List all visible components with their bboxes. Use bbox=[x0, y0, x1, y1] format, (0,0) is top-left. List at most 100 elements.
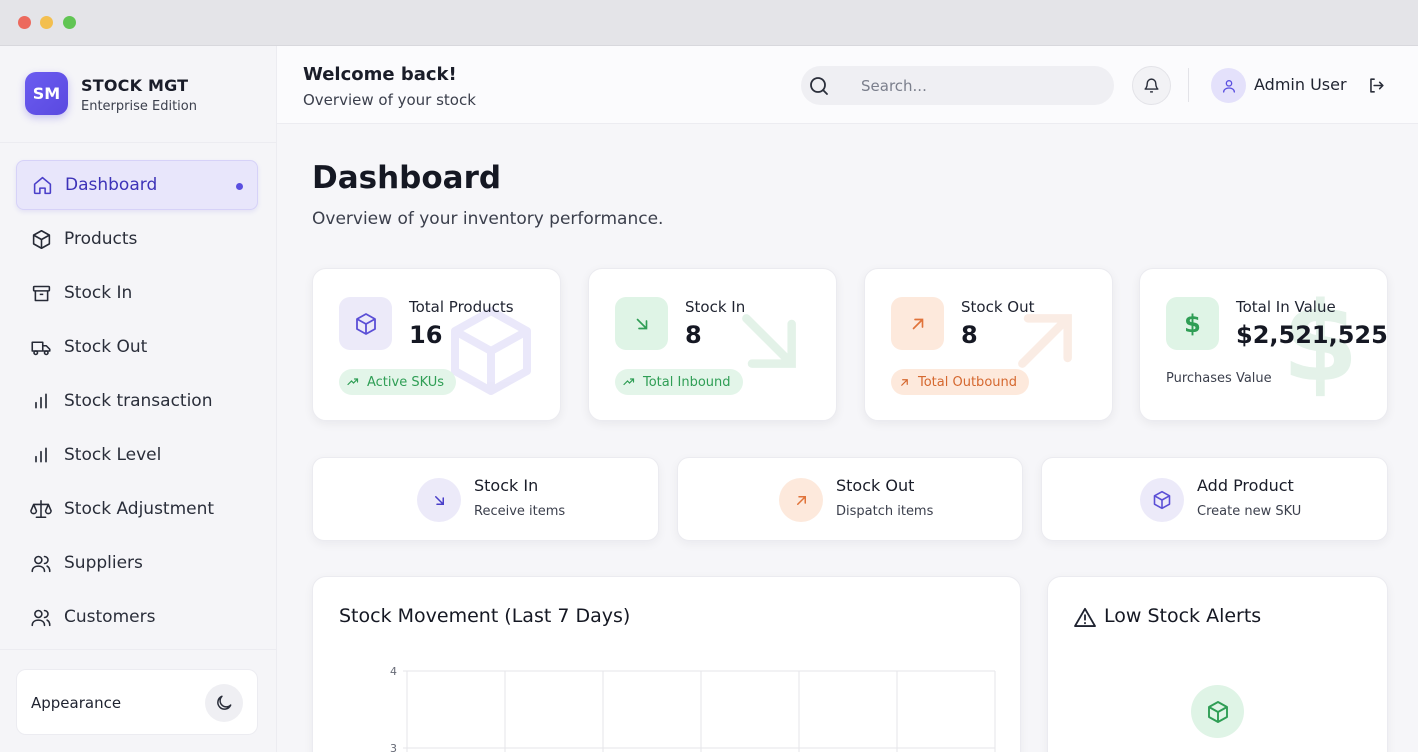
search-bar bbox=[801, 66, 1114, 105]
page-subtitle: Overview of your inventory performance. bbox=[312, 209, 664, 229]
quick-action-title: Stock Out bbox=[836, 476, 915, 495]
arrow-up-right-icon bbox=[891, 297, 944, 350]
arrow-up-right-small-icon bbox=[899, 377, 910, 388]
scale-icon bbox=[30, 498, 52, 520]
box-icon bbox=[1140, 478, 1184, 522]
brand: SM STOCK MGT Enterprise Edition bbox=[0, 46, 276, 143]
y-tick-label: 4 bbox=[390, 665, 397, 678]
sidebar-item-label: Stock In bbox=[64, 283, 133, 303]
arrow-down-right-icon bbox=[417, 478, 461, 522]
quick-action-stock-out[interactable]: Stock Out Dispatch items bbox=[677, 457, 1023, 541]
bar-chart-icon bbox=[30, 444, 52, 466]
active-indicator bbox=[236, 183, 243, 190]
search-input[interactable] bbox=[861, 66, 1101, 105]
stat-tag: Total Outbound bbox=[891, 369, 1029, 395]
search-icon bbox=[807, 74, 831, 98]
sidebar: SM STOCK MGT Enterprise Edition Dashboar… bbox=[0, 46, 277, 752]
maximize-window-button[interactable] bbox=[63, 16, 76, 29]
sidebar-item-label: Dashboard bbox=[65, 175, 158, 195]
sidebar-item-label: Stock Out bbox=[64, 337, 148, 357]
quick-action-add-product[interactable]: Add Product Create new SKU bbox=[1041, 457, 1388, 541]
stat-card-stock-in: Stock In 8 Total Inbound bbox=[588, 268, 837, 421]
main-content: Dashboard Overview of your inventory per… bbox=[277, 124, 1418, 752]
stat-value: 8 bbox=[961, 321, 978, 349]
sidebar-item-label: Suppliers bbox=[64, 553, 143, 573]
quick-action-subtitle: Receive items bbox=[474, 504, 566, 519]
stat-label: Total Products bbox=[409, 298, 514, 316]
stat-card-total-in-value: $ $ Total In Value $2,521,525 Purchases … bbox=[1139, 268, 1388, 421]
sidebar-item-products[interactable]: Products bbox=[16, 214, 258, 264]
sidebar-item-label: Products bbox=[64, 229, 138, 249]
logout-icon bbox=[1369, 77, 1384, 93]
minimize-window-button[interactable] bbox=[40, 16, 53, 29]
stat-tag-label: Total Inbound bbox=[643, 374, 731, 390]
sidebar-item-stock-out[interactable]: Stock Out bbox=[16, 322, 258, 372]
sidebar-item-stock-level[interactable]: Stock Level bbox=[16, 430, 258, 480]
box-icon bbox=[339, 297, 392, 350]
sidebar-item-label: Stock transaction bbox=[64, 391, 213, 411]
notifications-button[interactable] bbox=[1132, 66, 1171, 105]
welcome-title: Welcome back! bbox=[303, 64, 457, 85]
y-tick-label: 3 bbox=[390, 742, 397, 752]
window-titlebar bbox=[0, 0, 1418, 46]
warning-icon bbox=[1074, 607, 1096, 627]
sidebar-item-suppliers[interactable]: Suppliers bbox=[16, 538, 258, 588]
arrow-up-right-icon bbox=[779, 478, 823, 522]
app-root: SM STOCK MGT Enterprise Edition Dashboar… bbox=[0, 46, 1418, 752]
stat-tag-label: Total Outbound bbox=[918, 374, 1017, 390]
brand-logo: SM bbox=[25, 72, 68, 115]
sidebar-item-dashboard[interactable]: Dashboard bbox=[16, 160, 258, 210]
theme-toggle-button[interactable] bbox=[205, 684, 243, 722]
arrow-down-right-watermark-icon bbox=[742, 314, 796, 368]
bar-chart-icon bbox=[30, 390, 52, 412]
archive-icon bbox=[30, 282, 52, 304]
sidebar-item-customers[interactable]: Customers bbox=[16, 592, 258, 642]
stat-tag-label: Purchases Value bbox=[1166, 371, 1272, 386]
stat-value: 8 bbox=[685, 321, 702, 349]
user-name[interactable]: Admin User bbox=[1254, 75, 1347, 94]
sidebar-item-stock-adjustment[interactable]: Stock Adjustment bbox=[16, 484, 258, 534]
moon-icon bbox=[217, 695, 232, 710]
appearance-label: Appearance bbox=[31, 694, 122, 712]
stat-card-stock-out: Stock Out 8 Total Outbound bbox=[864, 268, 1113, 421]
welcome-subtitle: Overview of your stock bbox=[303, 91, 476, 109]
user-icon bbox=[1222, 79, 1235, 93]
stock-movement-panel: Stock Movement (Last 7 Days) 43 bbox=[312, 576, 1021, 752]
stat-value: $2,521,525 bbox=[1236, 321, 1388, 349]
stat-tag: Active SKUs bbox=[339, 369, 457, 395]
sidebar-footer: Appearance bbox=[0, 649, 276, 752]
stat-label: Total In Value bbox=[1236, 298, 1336, 316]
quick-action-stock-in[interactable]: Stock In Receive items bbox=[312, 457, 659, 541]
quick-action-title: Add Product bbox=[1197, 476, 1294, 495]
brand-subtitle: Enterprise Edition bbox=[81, 99, 197, 114]
avatar[interactable] bbox=[1211, 68, 1246, 103]
arrow-down-right-icon bbox=[615, 297, 668, 350]
stat-tag-label: Active SKUs bbox=[367, 374, 445, 390]
truck-icon bbox=[30, 336, 52, 358]
sidebar-item-stock-transaction[interactable]: Stock transaction bbox=[16, 376, 258, 426]
sidebar-item-label: Stock Level bbox=[64, 445, 162, 465]
stat-label: Stock In bbox=[685, 298, 746, 316]
box-icon bbox=[30, 228, 52, 250]
dollar-icon: $ bbox=[1166, 297, 1219, 350]
page-title: Dashboard bbox=[312, 160, 502, 196]
sidebar-item-label: Customers bbox=[64, 607, 156, 627]
stat-value: 16 bbox=[409, 321, 443, 349]
logout-button[interactable] bbox=[1365, 74, 1387, 96]
arrow-up-right-watermark-icon bbox=[1018, 314, 1072, 368]
box-watermark-icon bbox=[451, 307, 531, 395]
sidebar-item-label: Stock Adjustment bbox=[64, 499, 215, 519]
sidebar-item-stock-in[interactable]: Stock In bbox=[16, 268, 258, 318]
top-header: Welcome back! Overview of your stock Adm… bbox=[277, 46, 1418, 124]
stat-tag: Total Inbound bbox=[615, 369, 743, 395]
bell-icon bbox=[1144, 78, 1159, 93]
close-window-button[interactable] bbox=[18, 16, 31, 29]
trend-up-icon bbox=[623, 376, 635, 388]
quick-action-subtitle: Create new SKU bbox=[1197, 504, 1302, 519]
sidebar-nav: Dashboard Products Stock In Stock Out St… bbox=[16, 160, 258, 646]
low-stock-alerts-panel: Low Stock Alerts bbox=[1047, 576, 1388, 752]
box-check-icon bbox=[1191, 685, 1244, 738]
stat-card-total-products: Total Products 16 Active SKUs bbox=[312, 268, 561, 421]
alerts-title: Low Stock Alerts bbox=[1104, 605, 1262, 627]
users-icon bbox=[30, 606, 52, 628]
